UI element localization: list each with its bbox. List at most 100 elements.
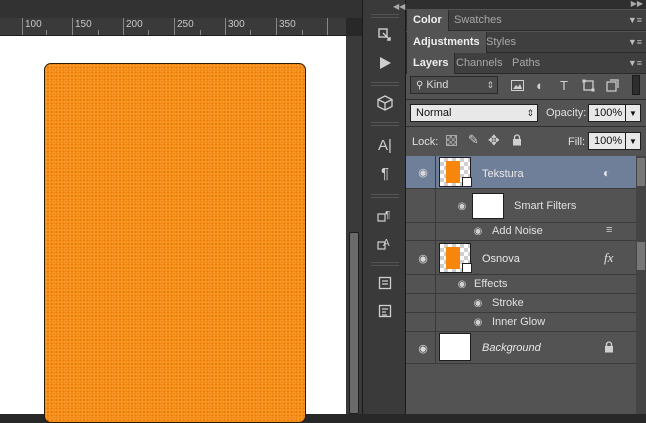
history-icon[interactable] <box>373 24 397 46</box>
shape-filter-icon[interactable] <box>580 77 596 93</box>
layer-name[interactable]: Background <box>482 342 541 354</box>
effect-row-stroke[interactable]: ◉ Stroke <box>406 294 636 313</box>
filter-name: Add Noise <box>492 225 543 237</box>
fill-label: Fill: <box>568 136 586 148</box>
opacity-value: 100% <box>594 107 623 119</box>
layer-filter-kind-select[interactable]: ⚲ Kind ⇕ <box>410 76 498 94</box>
tab-swatches[interactable]: Swatches <box>448 10 508 31</box>
character-icon[interactable]: A| <box>373 134 397 156</box>
eye-icon[interactable]: ◉ <box>416 343 430 355</box>
ruler-label: 300 <box>228 19 245 30</box>
opacity-label: Opacity: <box>546 107 587 119</box>
character-styles-icon[interactable]: ¶ <box>373 204 397 226</box>
document-tab-strip <box>0 0 362 18</box>
type-filter-icon[interactable]: T <box>556 77 572 93</box>
chevron-updown-icon: ⇕ <box>526 108 534 118</box>
strip-grip[interactable] <box>371 262 399 266</box>
canvas-area: 100 150 200 250 300 350 <box>0 0 362 423</box>
tab-adjustments[interactable]: Adjustments <box>406 32 487 53</box>
svg-text:A: A <box>383 238 390 249</box>
chevron-updown-icon: ⇕ <box>486 80 494 90</box>
thumbnail-content <box>446 161 460 183</box>
eye-icon[interactable]: ◉ <box>472 317 484 328</box>
horizontal-ruler[interactable]: 100 150 200 250 300 350 <box>0 18 346 36</box>
chevron-down-icon: ▼ <box>629 109 637 118</box>
fill-dropdown-button[interactable]: ▼ <box>625 132 641 150</box>
filter-mask-thumbnail[interactable] <box>472 193 504 219</box>
fill-value: 100% <box>594 135 623 147</box>
filter-row-add-noise[interactable]: ◉ Add Noise ≡ <box>406 223 636 241</box>
orange-textured-card[interactable] <box>44 63 306 423</box>
layer-name[interactable]: Osnova <box>482 253 520 265</box>
3d-icon[interactable] <box>373 92 397 114</box>
expand-panels-icon[interactable]: ◀◀ <box>393 2 405 11</box>
notes-icon[interactable] <box>373 272 397 294</box>
opacity-input[interactable]: 100% <box>588 104 626 122</box>
collapse-dock-icon[interactable]: ▶▶ <box>631 0 643 8</box>
blending-options-icon[interactable]: ≡ <box>606 224 612 236</box>
lock-all-icon[interactable] <box>512 134 522 149</box>
layer-thumbnail[interactable] <box>439 333 471 361</box>
strip-grip[interactable] <box>371 82 399 86</box>
tab-channels[interactable]: Channels <box>450 53 508 74</box>
adjustments-panel-tabs: Adjustments Styles ▼≡ <box>406 32 646 53</box>
smart-object-badge-icon <box>462 177 472 187</box>
panel-menu-icon[interactable]: ▼≡ <box>628 15 642 25</box>
right-panel-dock: ▶▶ Color Swatches ▼≡ Adjustments Styles … <box>406 0 646 414</box>
filter-kind-value: Kind <box>426 79 449 91</box>
ruler-label: 200 <box>126 19 143 30</box>
play-action-icon[interactable] <box>373 52 397 74</box>
adjustment-filter-icon[interactable]: ◐ <box>532 77 548 93</box>
eye-icon[interactable]: ◉ <box>472 226 484 237</box>
smart-filters-row[interactable]: ◉ Smart Filters <box>406 189 636 223</box>
layer-row-osnova[interactable]: ◉ Osnova fx <box>406 241 636 275</box>
filter-toggle-switch[interactable] <box>632 75 640 95</box>
visibility-column <box>406 223 436 240</box>
scrollbar-thumb[interactable] <box>637 242 645 270</box>
strip-grip[interactable] <box>371 14 399 18</box>
eye-icon[interactable]: ◉ <box>456 279 468 290</box>
tab-styles[interactable]: Styles <box>480 32 522 53</box>
lock-position-icon[interactable]: ✥ <box>488 132 500 149</box>
vertical-scrollbar[interactable] <box>346 36 362 414</box>
layer-row-tekstura[interactable]: ◉ Tekstura ◐ <box>406 156 636 189</box>
opacity-dropdown-button[interactable]: ▼ <box>625 104 641 122</box>
panel-menu-icon[interactable]: ▼≡ <box>628 37 642 47</box>
pixel-filter-icon[interactable] <box>509 77 525 93</box>
effect-row-inner-glow[interactable]: ◉ Inner Glow <box>406 313 636 332</box>
separator <box>406 99 646 100</box>
visibility-column <box>406 189 436 222</box>
tab-paths[interactable]: Paths <box>506 53 546 74</box>
collapsed-panel-strip: ◀◀ A| ¶ ¶ A <box>362 0 406 414</box>
strip-grip[interactable] <box>371 122 399 126</box>
visibility-column <box>406 294 436 312</box>
properties-icon[interactable] <box>373 300 397 322</box>
lock-transparent-icon[interactable] <box>446 135 457 146</box>
visibility-column <box>406 275 436 293</box>
layer-name[interactable]: Tekstura <box>482 168 524 180</box>
scrollbar-thumb[interactable] <box>637 158 645 186</box>
strip-grip[interactable] <box>371 194 399 198</box>
ruler-label: 250 <box>177 19 194 30</box>
panel-menu-icon[interactable]: ▼≡ <box>628 58 642 68</box>
blend-mode-select[interactable]: Normal ⇕ <box>410 104 538 122</box>
lock-icon <box>604 341 614 356</box>
paragraph-icon[interactable]: ¶ <box>373 162 397 184</box>
eye-icon[interactable]: ◉ <box>456 201 468 212</box>
eye-icon[interactable]: ◉ <box>472 298 484 309</box>
fill-input[interactable]: 100% <box>588 132 626 150</box>
smart-object-filter-icon[interactable] <box>604 77 620 93</box>
paragraph-styles-icon[interactable]: A <box>373 232 397 254</box>
eye-icon[interactable]: ◉ <box>416 167 430 179</box>
smart-filter-indicator-icon[interactable]: ◐ <box>603 166 610 180</box>
tab-color[interactable]: Color <box>406 10 449 31</box>
scrollbar-thumb[interactable] <box>349 232 359 414</box>
effect-name: Inner Glow <box>492 316 546 328</box>
tab-layers[interactable]: Layers <box>406 53 456 74</box>
layer-row-background[interactable]: ◉ Background <box>406 332 636 364</box>
eye-icon[interactable]: ◉ <box>416 253 430 265</box>
effects-row[interactable]: ◉ Effects <box>406 275 636 294</box>
fx-icon[interactable]: fx <box>604 250 613 266</box>
lock-pixels-icon[interactable]: ✎ <box>468 132 479 148</box>
layers-scrollbar[interactable] <box>636 156 646 414</box>
